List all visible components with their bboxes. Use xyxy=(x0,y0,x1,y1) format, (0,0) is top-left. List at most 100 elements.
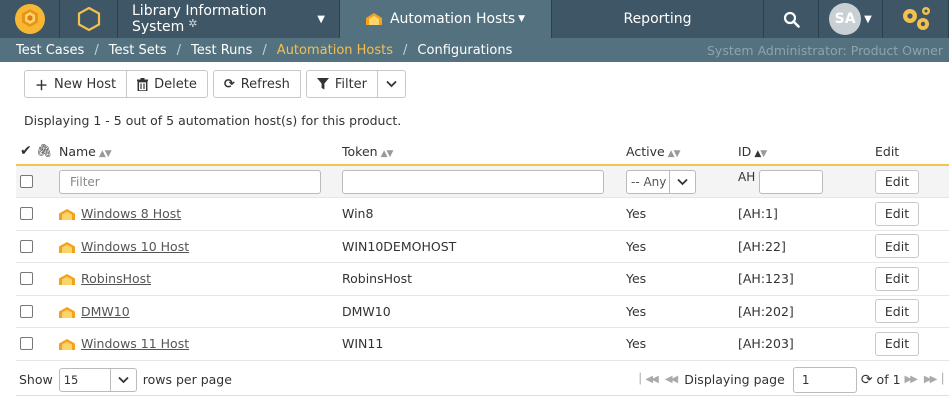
row-select-cell xyxy=(16,304,59,318)
table-row: Windows 10 Host WIN10DEMOHOST Yes [AH:22] Ed… xyxy=(16,231,949,263)
table-row: DMW10 DMW10 Yes [AH:202] Edit xyxy=(16,296,949,328)
token-cell: WIN11 xyxy=(342,336,384,352)
displaying-page-label: Displaying page xyxy=(684,372,785,387)
row-checkbox[interactable] xyxy=(20,337,33,351)
sort-icon[interactable]: ▲▼ xyxy=(99,149,112,159)
refresh-icon[interactable]: ⟳ xyxy=(861,372,873,388)
filter-dropdown-button[interactable] xyxy=(378,70,407,98)
host-name-cell: Windows 8 Host xyxy=(59,206,342,221)
id-cell: [AH:123] xyxy=(738,271,794,287)
edit-cell: Edit xyxy=(875,266,949,291)
previous-page-icon[interactable]: ◀◀ xyxy=(665,374,678,385)
row-checkbox[interactable] xyxy=(20,239,33,253)
id-cell: [AH:203] xyxy=(738,336,794,352)
active-cell: Yes xyxy=(626,206,647,222)
gears-icon xyxy=(902,7,930,30)
rows-per-page-label: rows per page xyxy=(142,372,232,387)
edit-button[interactable]: Edit xyxy=(875,201,919,226)
chevron-down-icon xyxy=(118,376,129,383)
filter-button[interactable]: Filter xyxy=(305,70,379,98)
page-count: of 1 xyxy=(876,372,901,387)
host-name-cell: DMW10 xyxy=(59,304,342,319)
automation-hosts-grid: ✔ 🖇 Name ▲▼ Token ▲▼ Active ▲▼ ID ▲▼ Edit Fi… xyxy=(16,138,949,361)
results-summary: Displaying 1 - 5 out of 5 automation hos… xyxy=(24,113,402,128)
row-checkbox[interactable] xyxy=(20,304,33,318)
active-filter-cell: -- Any -- xyxy=(626,169,738,194)
first-page-icon[interactable]: ▏◀◀ xyxy=(640,374,659,385)
active-cell: Yes xyxy=(626,238,647,254)
table-row: Windows 8 Host Win8 Yes [AH:1] Edit xyxy=(16,198,949,231)
current-user-role: System Administrator: Product Owner xyxy=(706,42,943,58)
edit-button[interactable]: Edit xyxy=(875,169,919,194)
spira-logo-icon xyxy=(14,4,45,34)
header-name[interactable]: Name ▲▼ xyxy=(59,144,342,159)
tab-reporting[interactable]: Reporting xyxy=(552,0,764,38)
row-checkbox[interactable] xyxy=(20,207,33,221)
automation-host-icon xyxy=(59,306,75,318)
breadcrumb-configurations[interactable]: Configurations xyxy=(417,43,512,58)
global-search-button[interactable] xyxy=(764,0,819,38)
app-logo[interactable] xyxy=(0,0,60,38)
automation-host-icon xyxy=(365,13,382,25)
breadcrumb-automation-hosts[interactable]: Automation Hosts xyxy=(277,43,393,58)
filter-group: Filter xyxy=(305,70,407,98)
refresh-icon: ⟳ xyxy=(223,76,235,92)
id-filter-cell: AH xyxy=(738,169,875,194)
avatar: SA xyxy=(829,3,862,35)
host-name-link[interactable]: Windows 11 Host xyxy=(81,336,189,351)
id-cell: [AH:22] xyxy=(738,238,786,254)
host-name-link[interactable]: RobinsHost xyxy=(81,271,151,286)
host-name-link[interactable]: DMW10 xyxy=(81,304,130,319)
name-filter-input[interactable]: Filter xyxy=(59,169,321,194)
page-size-select[interactable]: 15 xyxy=(58,367,137,392)
refresh-group: ⟳ Refresh xyxy=(212,70,301,98)
active-cell: Yes xyxy=(626,303,647,319)
active-cell: Yes xyxy=(626,336,647,352)
header-id[interactable]: ID ▲▼ xyxy=(738,144,875,159)
page-number-input[interactable]: 1 xyxy=(792,366,857,393)
hexagon-icon xyxy=(77,6,100,32)
new-host-button[interactable]: ＋ New Host xyxy=(24,70,128,98)
row-select-cell xyxy=(16,337,59,351)
row-select-cell xyxy=(16,239,59,253)
active-tab-label: Automation Hosts xyxy=(389,11,516,27)
user-menu[interactable]: SA ▼ xyxy=(819,0,883,38)
token-filter-input[interactable] xyxy=(342,169,604,194)
sort-asc-icon[interactable]: ▲▼ xyxy=(754,149,767,159)
refresh-button[interactable]: ⟳ Refresh xyxy=(212,70,301,98)
edit-button[interactable]: Edit xyxy=(875,331,919,356)
row-select-cell xyxy=(16,272,59,286)
project-gear-icon[interactable]: ✲ xyxy=(188,17,197,30)
tab-automation-hosts[interactable]: Automation Hosts ▼ xyxy=(340,0,552,38)
host-name-link[interactable]: Windows 8 Host xyxy=(81,206,181,221)
delete-button[interactable]: Delete xyxy=(127,70,208,98)
host-name-cell: Windows 10 Host xyxy=(59,239,342,254)
active-filter-select[interactable]: -- Any -- xyxy=(626,169,696,194)
header-token[interactable]: Token ▲▼ xyxy=(342,144,626,159)
row-checkbox[interactable] xyxy=(20,272,33,286)
token-cell: DMW10 xyxy=(342,303,391,319)
check-icon[interactable]: ✔ xyxy=(20,143,32,159)
name-filter-cell: Filter xyxy=(59,169,342,194)
last-page-icon[interactable]: ▶▶▕ xyxy=(924,374,943,385)
sort-icon[interactable]: ▲▼ xyxy=(381,149,394,159)
breadcrumb-test-runs[interactable]: Test Runs xyxy=(191,43,252,58)
edit-button[interactable]: Edit xyxy=(875,234,919,259)
edit-button[interactable]: Edit xyxy=(875,299,919,324)
edit-cell: Edit xyxy=(875,299,949,324)
id-filter-input[interactable] xyxy=(759,169,824,194)
workspace-hex-button[interactable] xyxy=(60,0,118,38)
grid-body: Windows 8 Host Win8 Yes [AH:1] Edit Windows 1… xyxy=(16,198,949,361)
sort-icon[interactable]: ▲▼ xyxy=(668,149,681,159)
host-name-link[interactable]: Windows 10 Host xyxy=(81,239,189,254)
select-all-checkbox[interactable] xyxy=(20,175,33,188)
row-select-cell xyxy=(16,207,59,221)
breadcrumb-test-cases[interactable]: Test Cases xyxy=(16,43,84,58)
header-active[interactable]: Active ▲▼ xyxy=(626,144,738,159)
breadcrumb-test-sets[interactable]: Test Sets xyxy=(109,43,167,58)
administration-button[interactable] xyxy=(883,0,949,38)
pagination: ▏◀◀ ◀◀ Displaying page 1 ⟳ of 1 ▶▶ ▶▶▕ xyxy=(636,366,945,393)
next-page-icon[interactable]: ▶▶ xyxy=(905,374,918,385)
edit-button[interactable]: Edit xyxy=(875,266,919,291)
project-selector[interactable]: Library Information System ✲ ▼ xyxy=(118,0,340,38)
